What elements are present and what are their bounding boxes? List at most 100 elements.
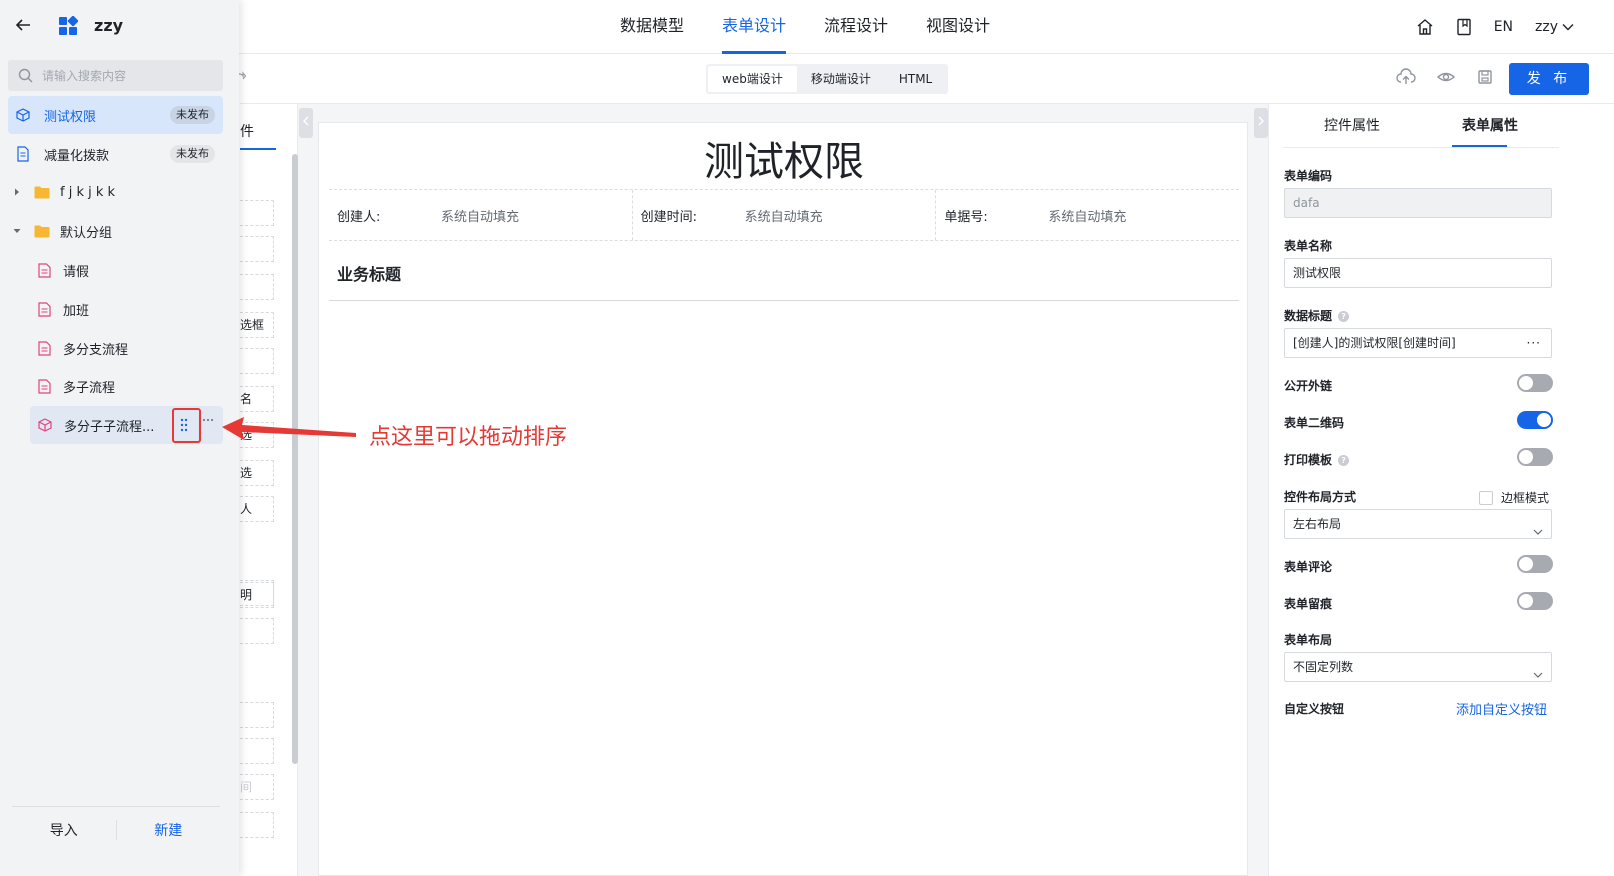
component-item[interactable] (240, 348, 274, 374)
form-name-label: 表单名称 (1284, 239, 1333, 253)
meta-created-time[interactable]: 创建时间: 系统自动填充 (633, 190, 937, 240)
data-title-label-text: 数据标题 (1284, 309, 1333, 323)
component-item[interactable]: 选框 (240, 312, 274, 338)
comment-label: 表单评论 (1284, 560, 1333, 574)
top-right-actions: EN zzy (1416, 0, 1574, 54)
collapse-right-button[interactable] (1254, 108, 1268, 138)
data-title-input[interactable]: [创建人]的测试权限[创建时间] ··· (1284, 328, 1552, 358)
custom-button-label: 自定义按钮 (1284, 702, 1345, 716)
caret-right-icon[interactable] (14, 188, 20, 196)
form-layout-select[interactable]: 不固定列数 (1284, 652, 1552, 682)
new-button[interactable]: 新建 (117, 820, 221, 840)
form-icon (38, 301, 51, 317)
tab-form-design[interactable]: 表单设计 (722, 0, 787, 54)
component-item[interactable]: 选 (240, 460, 274, 486)
sidebar-item-reduction-fund[interactable]: 减量化拨款 未发布 (8, 135, 223, 173)
component-item[interactable] (240, 618, 274, 644)
sidebar-folder-fjkjkk[interactable]: f j k j k k (8, 173, 223, 211)
more-options-icon[interactable]: ··· (1527, 329, 1541, 357)
data-title-label: 数据标题? (1284, 307, 1350, 324)
preview-eye-icon[interactable] (1436, 68, 1456, 86)
border-mode-checkbox[interactable]: 边框模式 (1479, 489, 1549, 506)
component-item[interactable]: 名 (240, 386, 274, 412)
chevron-right-icon (1258, 116, 1264, 126)
form-name-input[interactable]: 测试权限 (1284, 258, 1552, 288)
public-link-toggle[interactable] (1517, 374, 1553, 392)
trace-toggle[interactable] (1517, 592, 1553, 610)
component-item[interactable]: 间 (240, 774, 274, 800)
meta-creator[interactable]: 创建人: 系统自动填充 (329, 190, 633, 240)
sidebar-item-multi-subprocess[interactable]: 多子流程 (30, 367, 223, 405)
back-arrow-icon[interactable] (14, 16, 32, 34)
component-item[interactable] (240, 812, 274, 838)
sidebar-item-label: 多子流程 (63, 380, 116, 396)
add-custom-button-link[interactable]: 添加自定义按钮 (1456, 699, 1547, 718)
tab-process-design[interactable]: 流程设计 (824, 0, 888, 54)
drawer-footer: 导入 新建 (12, 806, 220, 852)
more-icon[interactable] (202, 418, 214, 422)
chevron-down-icon (1533, 518, 1543, 546)
print-template-label-text: 打印模板 (1284, 453, 1333, 467)
publish-button[interactable]: 发 布 (1509, 63, 1589, 95)
design-mode-switch: web端设计 移动端设计 HTML (706, 64, 949, 94)
sidebar-item-label: 加班 (63, 303, 90, 319)
sidebar-item-label: 多分支流程 (63, 342, 129, 358)
sidebar-item-label: 默认分组 (60, 225, 113, 241)
cloud-upload-icon[interactable] (1396, 68, 1416, 86)
control-layout-value: 左右布局 (1293, 517, 1342, 531)
meta-doc-number[interactable]: 单据号: 系统自动填充 (936, 190, 1239, 240)
mode-web[interactable]: web端设计 (708, 66, 797, 92)
sidebar-item-test-permission[interactable]: 测试权限 未发布 (8, 96, 223, 134)
tab-form-properties[interactable]: 表单属性 (1421, 104, 1559, 147)
help-icon[interactable]: ? (1338, 455, 1350, 466)
mode-mobile[interactable]: 移动端设计 (797, 66, 885, 92)
qr-code-toggle[interactable] (1517, 411, 1553, 429)
help-icon[interactable]: ? (1338, 311, 1350, 322)
meta-label: 创建人: (337, 209, 381, 225)
mode-html[interactable]: HTML (885, 66, 946, 92)
book-icon[interactable] (1456, 18, 1472, 36)
app-sidebar-drawer: zzy 请输入搜索内容 测试权限 未发布 减量化拨款 未发布 f j k j k… (0, 0, 239, 876)
checkbox-box[interactable] (1479, 490, 1493, 505)
component-item[interactable] (240, 274, 274, 300)
print-template-toggle[interactable] (1517, 448, 1553, 466)
comment-toggle[interactable] (1517, 555, 1553, 573)
import-button[interactable]: 导入 (12, 820, 116, 840)
language-switch[interactable]: EN (1494, 19, 1513, 35)
chevron-left-icon (303, 116, 309, 126)
sidebar-item-multi-branch[interactable]: 多分支流程 (30, 329, 223, 367)
sidebar-item-overtime[interactable]: 加班 (30, 290, 223, 328)
search-input[interactable]: 请输入搜索内容 (8, 60, 223, 91)
user-menu[interactable]: zzy (1535, 19, 1574, 35)
trace-label: 表单留痕 (1284, 597, 1333, 611)
home-icon[interactable] (1416, 18, 1434, 36)
sidebar-item-label: 请假 (63, 264, 90, 280)
tab-view-design[interactable]: 视图设计 (926, 0, 990, 54)
save-icon[interactable] (1476, 68, 1494, 86)
sidebar-folder-default-group[interactable]: 默认分组 (8, 212, 223, 250)
component-item[interactable] (240, 738, 274, 764)
form-title: 测试权限 (704, 139, 864, 185)
component-item[interactable]: 人 (240, 496, 274, 522)
components-tab[interactable]: 件 (240, 114, 276, 150)
annotation-text: 点这里可以拖动排序 (369, 425, 568, 450)
tab-control-properties[interactable]: 控件属性 (1283, 104, 1421, 147)
caret-down-icon[interactable] (13, 228, 21, 234)
status-badge: 未发布 (170, 145, 215, 163)
collapse-left-button[interactable] (299, 108, 313, 138)
folder-icon (34, 186, 50, 199)
component-item[interactable] (240, 702, 274, 728)
user-name: zzy (1535, 19, 1558, 35)
form-icon (38, 262, 51, 278)
component-item[interactable] (240, 200, 274, 226)
component-item[interactable]: 明 (240, 582, 274, 608)
tab-data-model[interactable]: 数据模型 (620, 0, 684, 54)
control-layout-select[interactable]: 左右布局 (1284, 509, 1552, 539)
meta-label: 单据号: (944, 209, 988, 225)
chevron-down-icon (1533, 661, 1543, 689)
business-title-section[interactable]: 业务标题 (329, 253, 1239, 301)
component-item[interactable] (240, 236, 274, 262)
design-toolbar: web端设计 移动端设计 HTML 发 布 (234, 54, 1614, 104)
sidebar-item-leave[interactable]: 请假 (30, 251, 223, 289)
form-preview[interactable]: 测试权限 创建人: 系统自动填充 创建时间: 系统自动填充 单据号: 系统自动填… (318, 122, 1248, 876)
